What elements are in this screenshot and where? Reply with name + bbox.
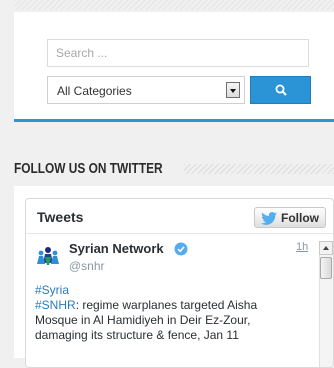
hashtag-link[interactable]: #SNHR: [35, 298, 76, 312]
hashtag-link[interactable]: #Syria: [35, 283, 69, 297]
follow-button-label: Follow: [281, 211, 319, 225]
follow-button[interactable]: Follow: [254, 207, 326, 228]
search-button[interactable]: [250, 76, 311, 104]
tweet-text-line: : regime warplanes targeted Aisha: [75, 298, 258, 312]
section-title: FOLLOW US ON TWITTER: [14, 161, 163, 177]
top-hatch-decoration: [14, 0, 334, 10]
timeline-title: Tweets: [37, 209, 84, 225]
category-select[interactable]: All Categories: [47, 76, 245, 104]
scroll-up-arrow-icon[interactable]: [319, 241, 333, 255]
tweet-text: #Syria #SNHR: regime warplanes targeted …: [35, 283, 303, 343]
search-icon: [275, 84, 287, 96]
search-input[interactable]: [47, 39, 309, 67]
tweet-text-line: damaging its structure & fence, Jan 11: [35, 328, 239, 342]
verified-badge-icon: [174, 242, 188, 256]
timeline-header: Tweets Follow: [26, 199, 333, 234]
search-widget: All Categories: [14, 12, 334, 122]
people-group-icon[interactable]: [36, 243, 60, 267]
category-select-value: All Categories: [57, 84, 132, 98]
twitter-bird-icon: [261, 212, 277, 225]
tweet-author-handle[interactable]: @snhr: [69, 259, 105, 273]
tweet-author-name[interactable]: Syrian Network: [69, 241, 164, 256]
section-hatch-decoration: [184, 164, 334, 174]
twitter-widget: Tweets Follow Syrian Network @snhr 1h #S…: [14, 186, 334, 368]
tweet-timestamp[interactable]: 1h: [296, 241, 308, 253]
dropdown-arrow-icon[interactable]: [226, 82, 240, 98]
twitter-section-header: FOLLOW US ON TWITTER: [14, 160, 334, 180]
tweet-text-line: Mosque in Al Hamidiyeh in Deir Ez-Zour,: [35, 313, 251, 327]
scrollbar-thumb[interactable]: [320, 257, 332, 279]
tweets-timeline: Tweets Follow Syrian Network @snhr 1h #S…: [25, 198, 334, 368]
